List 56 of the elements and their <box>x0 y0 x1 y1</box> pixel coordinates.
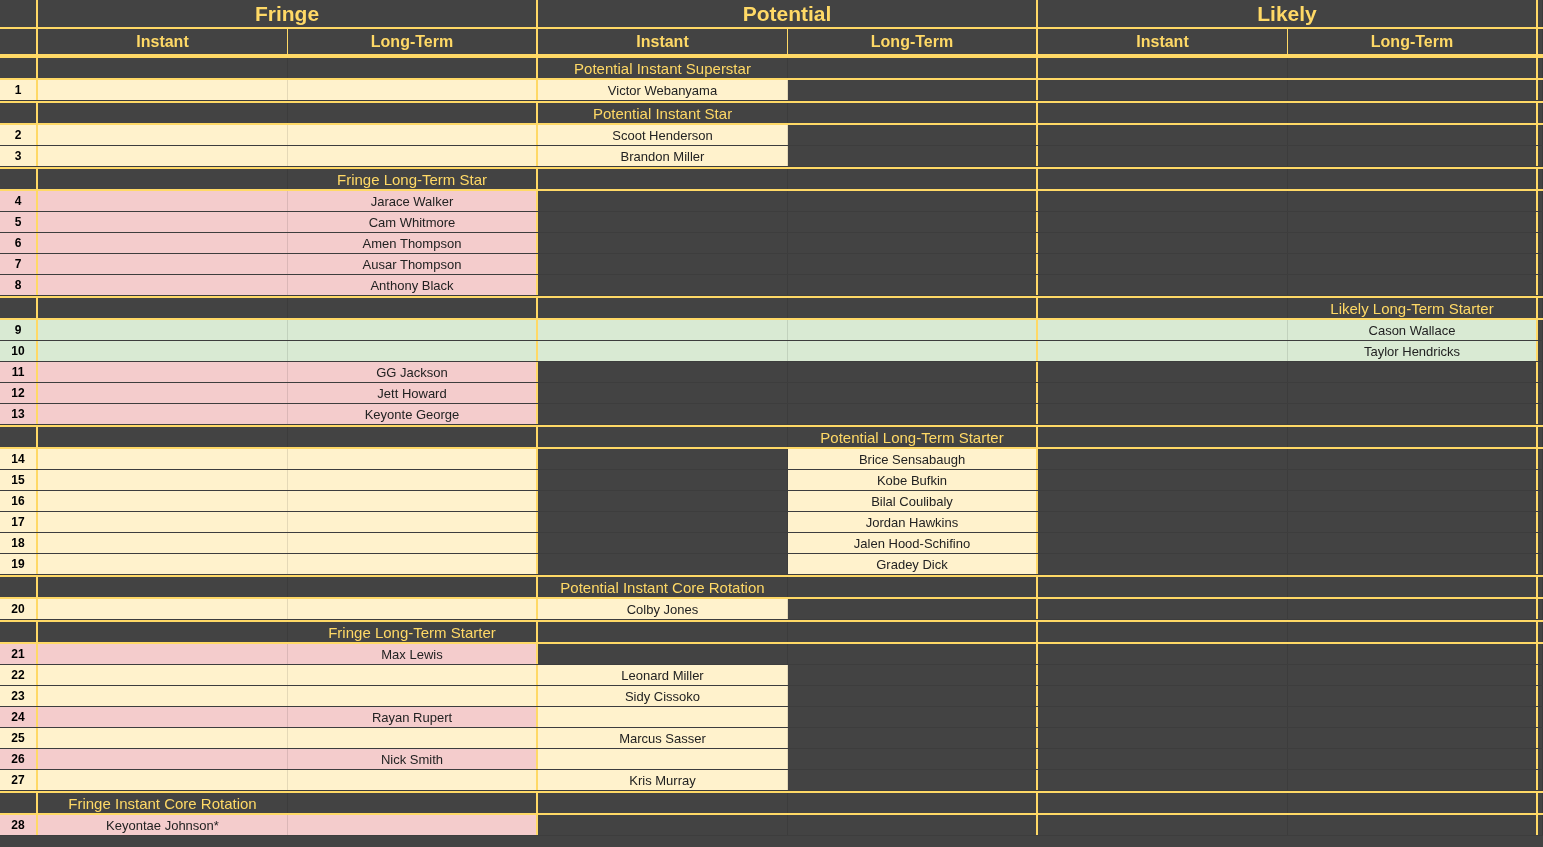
table-cell: Cason Wallace <box>1288 320 1538 340</box>
row-number: 27 <box>0 770 38 790</box>
row-number: 26 <box>0 749 38 769</box>
row-number: 11 <box>0 362 38 382</box>
table-cell: Gradey Dick <box>788 554 1038 574</box>
table-cell: Victor Webanyama <box>538 80 788 100</box>
table-cell: Kobe Bufkin <box>788 470 1038 490</box>
table-cell: Rayan Rupert <box>288 707 538 727</box>
table-cell: Nick Smith <box>288 749 538 769</box>
table-cell: Brandon Miller <box>538 146 788 166</box>
table-cell: Max Lewis <box>288 644 538 664</box>
row-number: 22 <box>0 665 38 685</box>
row-number: 23 <box>0 686 38 706</box>
table-cell: Jett Howard <box>288 383 538 403</box>
row-number: 3 <box>0 146 38 166</box>
row-number: 1 <box>0 80 38 100</box>
row-number: 8 <box>0 275 38 295</box>
row-number: 18 <box>0 533 38 553</box>
row-number: 20 <box>0 599 38 619</box>
table-cell: Anthony Black <box>288 275 538 295</box>
table-cell: Kris Murray <box>538 770 788 790</box>
row-number: 16 <box>0 491 38 511</box>
row-number: 6 <box>0 233 38 253</box>
table-cell: Colby Jones <box>538 599 788 619</box>
table-cell: Jalen Hood-Schifino <box>788 533 1038 553</box>
table-cell: Cam Whitmore <box>288 212 538 232</box>
row-number: 4 <box>0 191 38 211</box>
table-cell: Ausar Thompson <box>288 254 538 274</box>
table-cell: Marcus Sasser <box>538 728 788 748</box>
table-cell: Leonard Miller <box>538 665 788 685</box>
row-number: 10 <box>0 341 38 361</box>
table-cell: Jarace Walker <box>288 191 538 211</box>
table-cell: Keyontae Johnson* <box>38 815 288 835</box>
table-cell: Taylor Hendricks <box>1288 341 1538 361</box>
table-cell: Sidy Cissoko <box>538 686 788 706</box>
row-number: 7 <box>0 254 38 274</box>
row-number: 19 <box>0 554 38 574</box>
row-number: 24 <box>0 707 38 727</box>
row-number: 9 <box>0 320 38 340</box>
row-number: 28 <box>0 815 38 835</box>
row-number: 25 <box>0 728 38 748</box>
row-number: 17 <box>0 512 38 532</box>
table-cell: Brice Sensabaugh <box>788 449 1038 469</box>
row-number: 15 <box>0 470 38 490</box>
row-number: 13 <box>0 404 38 424</box>
table-cell: Amen Thompson <box>288 233 538 253</box>
row-number: 14 <box>0 449 38 469</box>
table-cell: GG Jackson <box>288 362 538 382</box>
row-number: 21 <box>0 644 38 664</box>
table-cell: Keyonte George <box>288 404 538 424</box>
table-cell: Bilal Coulibaly <box>788 491 1038 511</box>
table-cell: Jordan Hawkins <box>788 512 1038 532</box>
row-number: 12 <box>0 383 38 403</box>
row-number: 2 <box>0 125 38 145</box>
table-cell: Scoot Henderson <box>538 125 788 145</box>
row-number: 5 <box>0 212 38 232</box>
